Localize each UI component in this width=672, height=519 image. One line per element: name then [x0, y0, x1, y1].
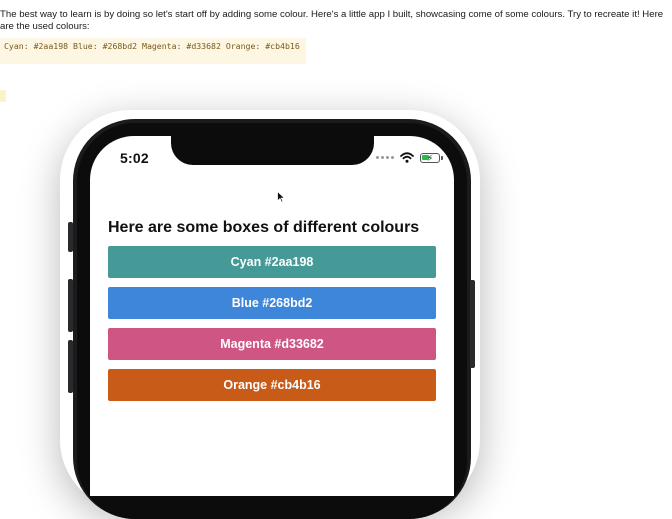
- charging-bolt-icon: ⚡: [427, 152, 434, 163]
- mouse-cursor-icon: [277, 191, 285, 203]
- phone-screen: 5:02 ⚡ Here are some boxes of different …: [90, 136, 454, 496]
- color-box-blue: Blue #268bd2: [108, 287, 436, 319]
- phone-power-button: [470, 280, 475, 368]
- color-box-magenta: Magenta #d33682: [108, 328, 436, 360]
- phone-silent-switch: [68, 222, 73, 252]
- page-title: Here are some boxes of different colours: [108, 219, 420, 236]
- color-box-cyan: Cyan #2aa198: [108, 246, 436, 278]
- color-box-orange: Orange #cb4b16: [108, 369, 436, 401]
- status-icons: ⚡: [376, 152, 443, 163]
- code-block-marker: [0, 90, 6, 102]
- phone-volume-down-button: [68, 340, 73, 393]
- phone-notch: [171, 136, 374, 165]
- signal-dots-icon: [376, 156, 394, 159]
- colour-code-text: Cyan: #2aa198 Blue: #268bd2 Magenta: #d3…: [4, 41, 300, 51]
- intro-text: The best way to learn is by doing so let…: [0, 9, 664, 32]
- phone-volume-up-button: [68, 279, 73, 332]
- colour-code-block: Cyan: #2aa198 Blue: #268bd2 Magenta: #d3…: [0, 38, 306, 102]
- status-time: 5:02: [120, 150, 149, 166]
- battery-charging-icon: ⚡: [420, 152, 443, 163]
- wifi-icon: [400, 152, 414, 163]
